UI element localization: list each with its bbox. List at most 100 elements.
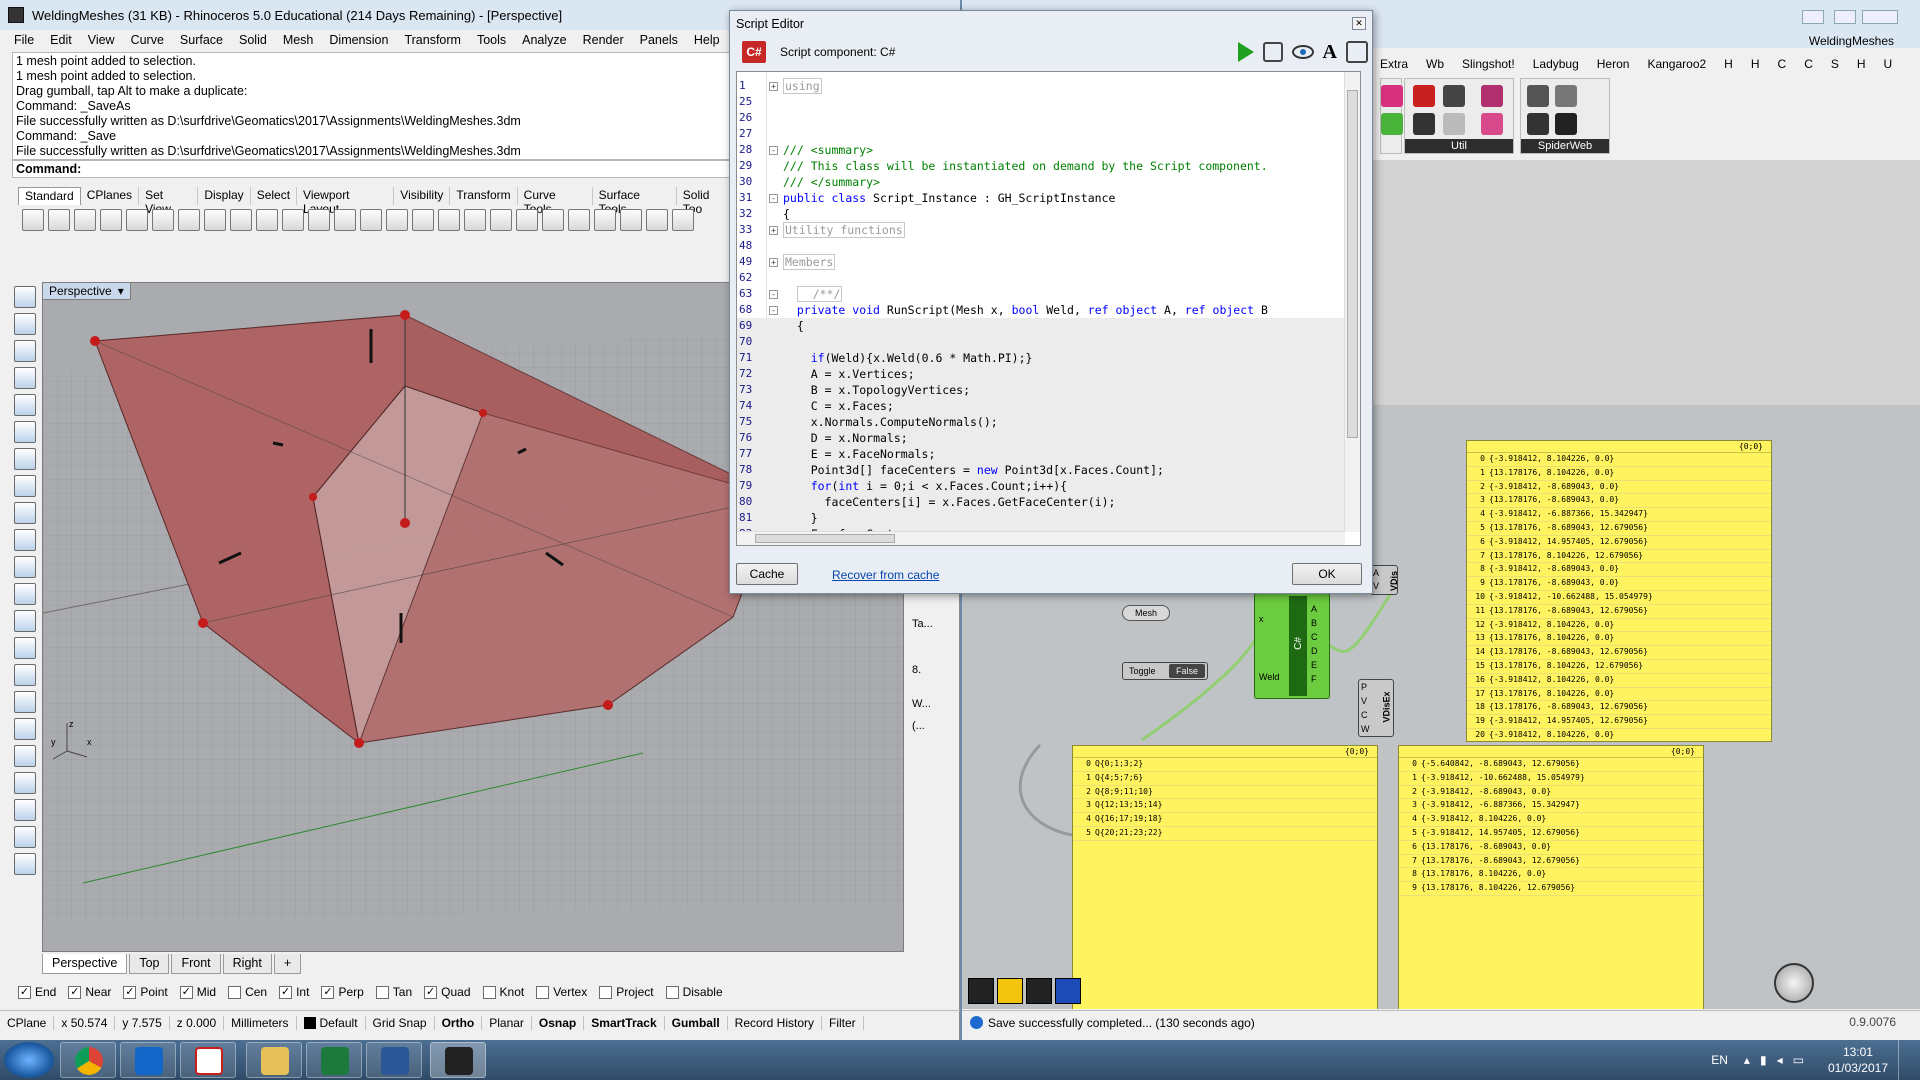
clock[interactable]: 13:01 01/03/2017 [1828, 1044, 1888, 1076]
gh-tab-kangaroo2[interactable]: Kangaroo2 [1647, 57, 1706, 71]
side-strip-item[interactable]: 8. [912, 664, 942, 676]
menu-solid[interactable]: Solid [239, 33, 267, 47]
pan-icon[interactable] [256, 209, 278, 231]
rotate-icon[interactable] [14, 853, 36, 875]
code-line[interactable]: 69 { [737, 318, 1345, 334]
mesh-param[interactable]: Mesh [1122, 605, 1170, 621]
collapsed-region[interactable]: /**/ [796, 286, 843, 302]
tab-display[interactable]: Display [198, 187, 251, 205]
csharp-script-component[interactable]: x Weld C# A B C D E F [1254, 593, 1330, 699]
maximize-icon[interactable] [1834, 10, 1856, 24]
code-line[interactable]: 32 { [737, 206, 1345, 222]
checkbox-icon[interactable] [375, 985, 389, 999]
extrude-icon[interactable] [14, 583, 36, 605]
menu-tools[interactable]: Tools [477, 33, 506, 47]
tab-visibility[interactable]: Visibility [394, 187, 451, 205]
lock-icon[interactable] [568, 209, 590, 231]
menu-surface[interactable]: Surface [180, 33, 223, 47]
code-line[interactable]: 49 + Members [737, 254, 1345, 270]
checkbox-icon[interactable] [536, 985, 550, 999]
car-icon[interactable] [438, 209, 460, 231]
arrow-right-icon[interactable] [1443, 85, 1465, 107]
toggle-record-history[interactable]: Record History [728, 1015, 823, 1030]
osnap-perp[interactable]: ✓ Perp [321, 985, 364, 999]
polygon-icon[interactable] [14, 502, 36, 524]
checkbox-icon[interactable]: ✓ [279, 985, 293, 999]
rectangle-icon[interactable] [14, 475, 36, 497]
vertical-scrollbar[interactable] [1344, 72, 1360, 532]
tab-curve-tools[interactable]: Curve Tools [518, 187, 593, 216]
download-icon[interactable] [968, 978, 994, 1004]
code-line[interactable]: 30 /// </summary> [737, 174, 1345, 190]
checkbox-icon[interactable]: ✓ [123, 985, 137, 999]
code-line[interactable]: 63 - /**/ [737, 286, 1345, 302]
flask-icon[interactable] [1481, 113, 1503, 135]
circle-icon[interactable] [14, 394, 36, 416]
code-line[interactable]: 76 D = x.Normals; [737, 430, 1345, 446]
cache-button[interactable]: Cache [736, 563, 798, 585]
output-f[interactable]: F [1311, 674, 1317, 684]
run-icon[interactable] [1237, 42, 1254, 62]
gh-tab-c[interactable]: C [1778, 57, 1787, 71]
boolean-icon[interactable] [14, 637, 36, 659]
checkbox-icon[interactable]: ✓ [179, 985, 193, 999]
osnap-cen[interactable]: Cen [228, 985, 267, 999]
light-icon[interactable] [14, 691, 36, 713]
code-line[interactable]: 48 [737, 238, 1345, 254]
view-tab-front[interactable]: Front [171, 954, 221, 974]
checkbox-icon[interactable] [228, 985, 242, 999]
cplane-icon[interactable] [490, 209, 512, 231]
code-line[interactable]: 62 [737, 270, 1345, 286]
mesh-icon[interactable] [14, 664, 36, 686]
menu-mesh[interactable]: Mesh [283, 33, 314, 47]
vertices-panel[interactable]: {0;0} 0 {-3.918412, 8.104226, 0.0} 1 {13.17… [1466, 440, 1772, 742]
osnap-point[interactable]: ✓ Point [123, 985, 168, 999]
toggle-planar[interactable]: Planar [482, 1015, 532, 1030]
tab-set-view[interactable]: Set View [139, 187, 199, 216]
code-line[interactable]: 80 faceCenters[i] = x.Faces.GetFaceCente… [737, 494, 1345, 510]
input-weld[interactable]: Weld [1259, 672, 1279, 682]
toggle-grid-snap[interactable]: Grid Snap [366, 1015, 435, 1030]
osnap-end[interactable]: ✓ End [18, 985, 56, 999]
tree-icon[interactable] [1413, 113, 1435, 135]
code-line[interactable]: 68 - private void RunScript(Mesh x, bool … [737, 302, 1345, 318]
web-icon[interactable] [1527, 85, 1549, 107]
toggle-gumball[interactable]: Gumball [665, 1015, 728, 1030]
gh-tab-s[interactable]: S [1831, 57, 1839, 71]
fold-toggle-icon[interactable]: - [769, 306, 778, 315]
code-line[interactable]: 33 + Utility functions [737, 222, 1345, 238]
osnap-tan[interactable]: Tan [375, 985, 412, 999]
code-editor[interactable]: 1 + using 25 26 27 28-/// <summary> 29/// This … [736, 71, 1361, 546]
code-line[interactable]: 72 A = x.Vertices; [737, 366, 1345, 382]
ok-button[interactable]: OK [1292, 563, 1362, 585]
code-line[interactable]: 74 C = x.Faces; [737, 398, 1345, 414]
minimize-icon[interactable] [1802, 10, 1824, 24]
checkbox-icon[interactable] [665, 985, 679, 999]
code-line[interactable]: 26 [737, 110, 1345, 126]
taskbar-rhino[interactable] [430, 1042, 486, 1078]
vdisex-component[interactable]: P V C W VDisEx [1358, 679, 1394, 737]
cherry-icon[interactable] [1413, 85, 1435, 107]
scrollbar-thumb[interactable] [755, 534, 895, 543]
view-tab-perspective[interactable]: Perspective [42, 954, 128, 974]
arc-icon[interactable] [14, 448, 36, 470]
toggle-ortho[interactable]: Ortho [435, 1015, 483, 1030]
osnap-mid[interactable]: ✓ Mid [179, 985, 216, 999]
ellipse-icon[interactable] [14, 421, 36, 443]
view-tab-top[interactable]: Top [129, 954, 170, 974]
script-settings-icon[interactable] [1262, 42, 1283, 62]
status-layer[interactable]: Default [297, 1015, 366, 1030]
gh-tab-h3[interactable]: H [1857, 57, 1866, 71]
gh-tab-slingshot[interactable]: Slingshot! [1462, 57, 1515, 71]
print-icon[interactable] [100, 209, 122, 231]
fold-toggle-icon[interactable]: + [769, 226, 778, 235]
font-icon[interactable]: A [1323, 41, 1337, 64]
topology-vertices-panel[interactable]: {0;0} 0 {-5.640842, -8.689043, 12.679056}… [1398, 745, 1704, 1009]
tray-chevron-icon[interactable]: ▴ [1744, 1053, 1750, 1067]
checkbox-icon[interactable]: ✓ [68, 985, 82, 999]
output-d[interactable]: D [1311, 646, 1318, 656]
side-strip-item[interactable]: W... [912, 698, 942, 710]
molecule-icon[interactable] [1481, 85, 1503, 107]
code-line[interactable]: 70 [737, 334, 1345, 350]
osnap-quad[interactable]: ✓ Quad [424, 985, 471, 999]
